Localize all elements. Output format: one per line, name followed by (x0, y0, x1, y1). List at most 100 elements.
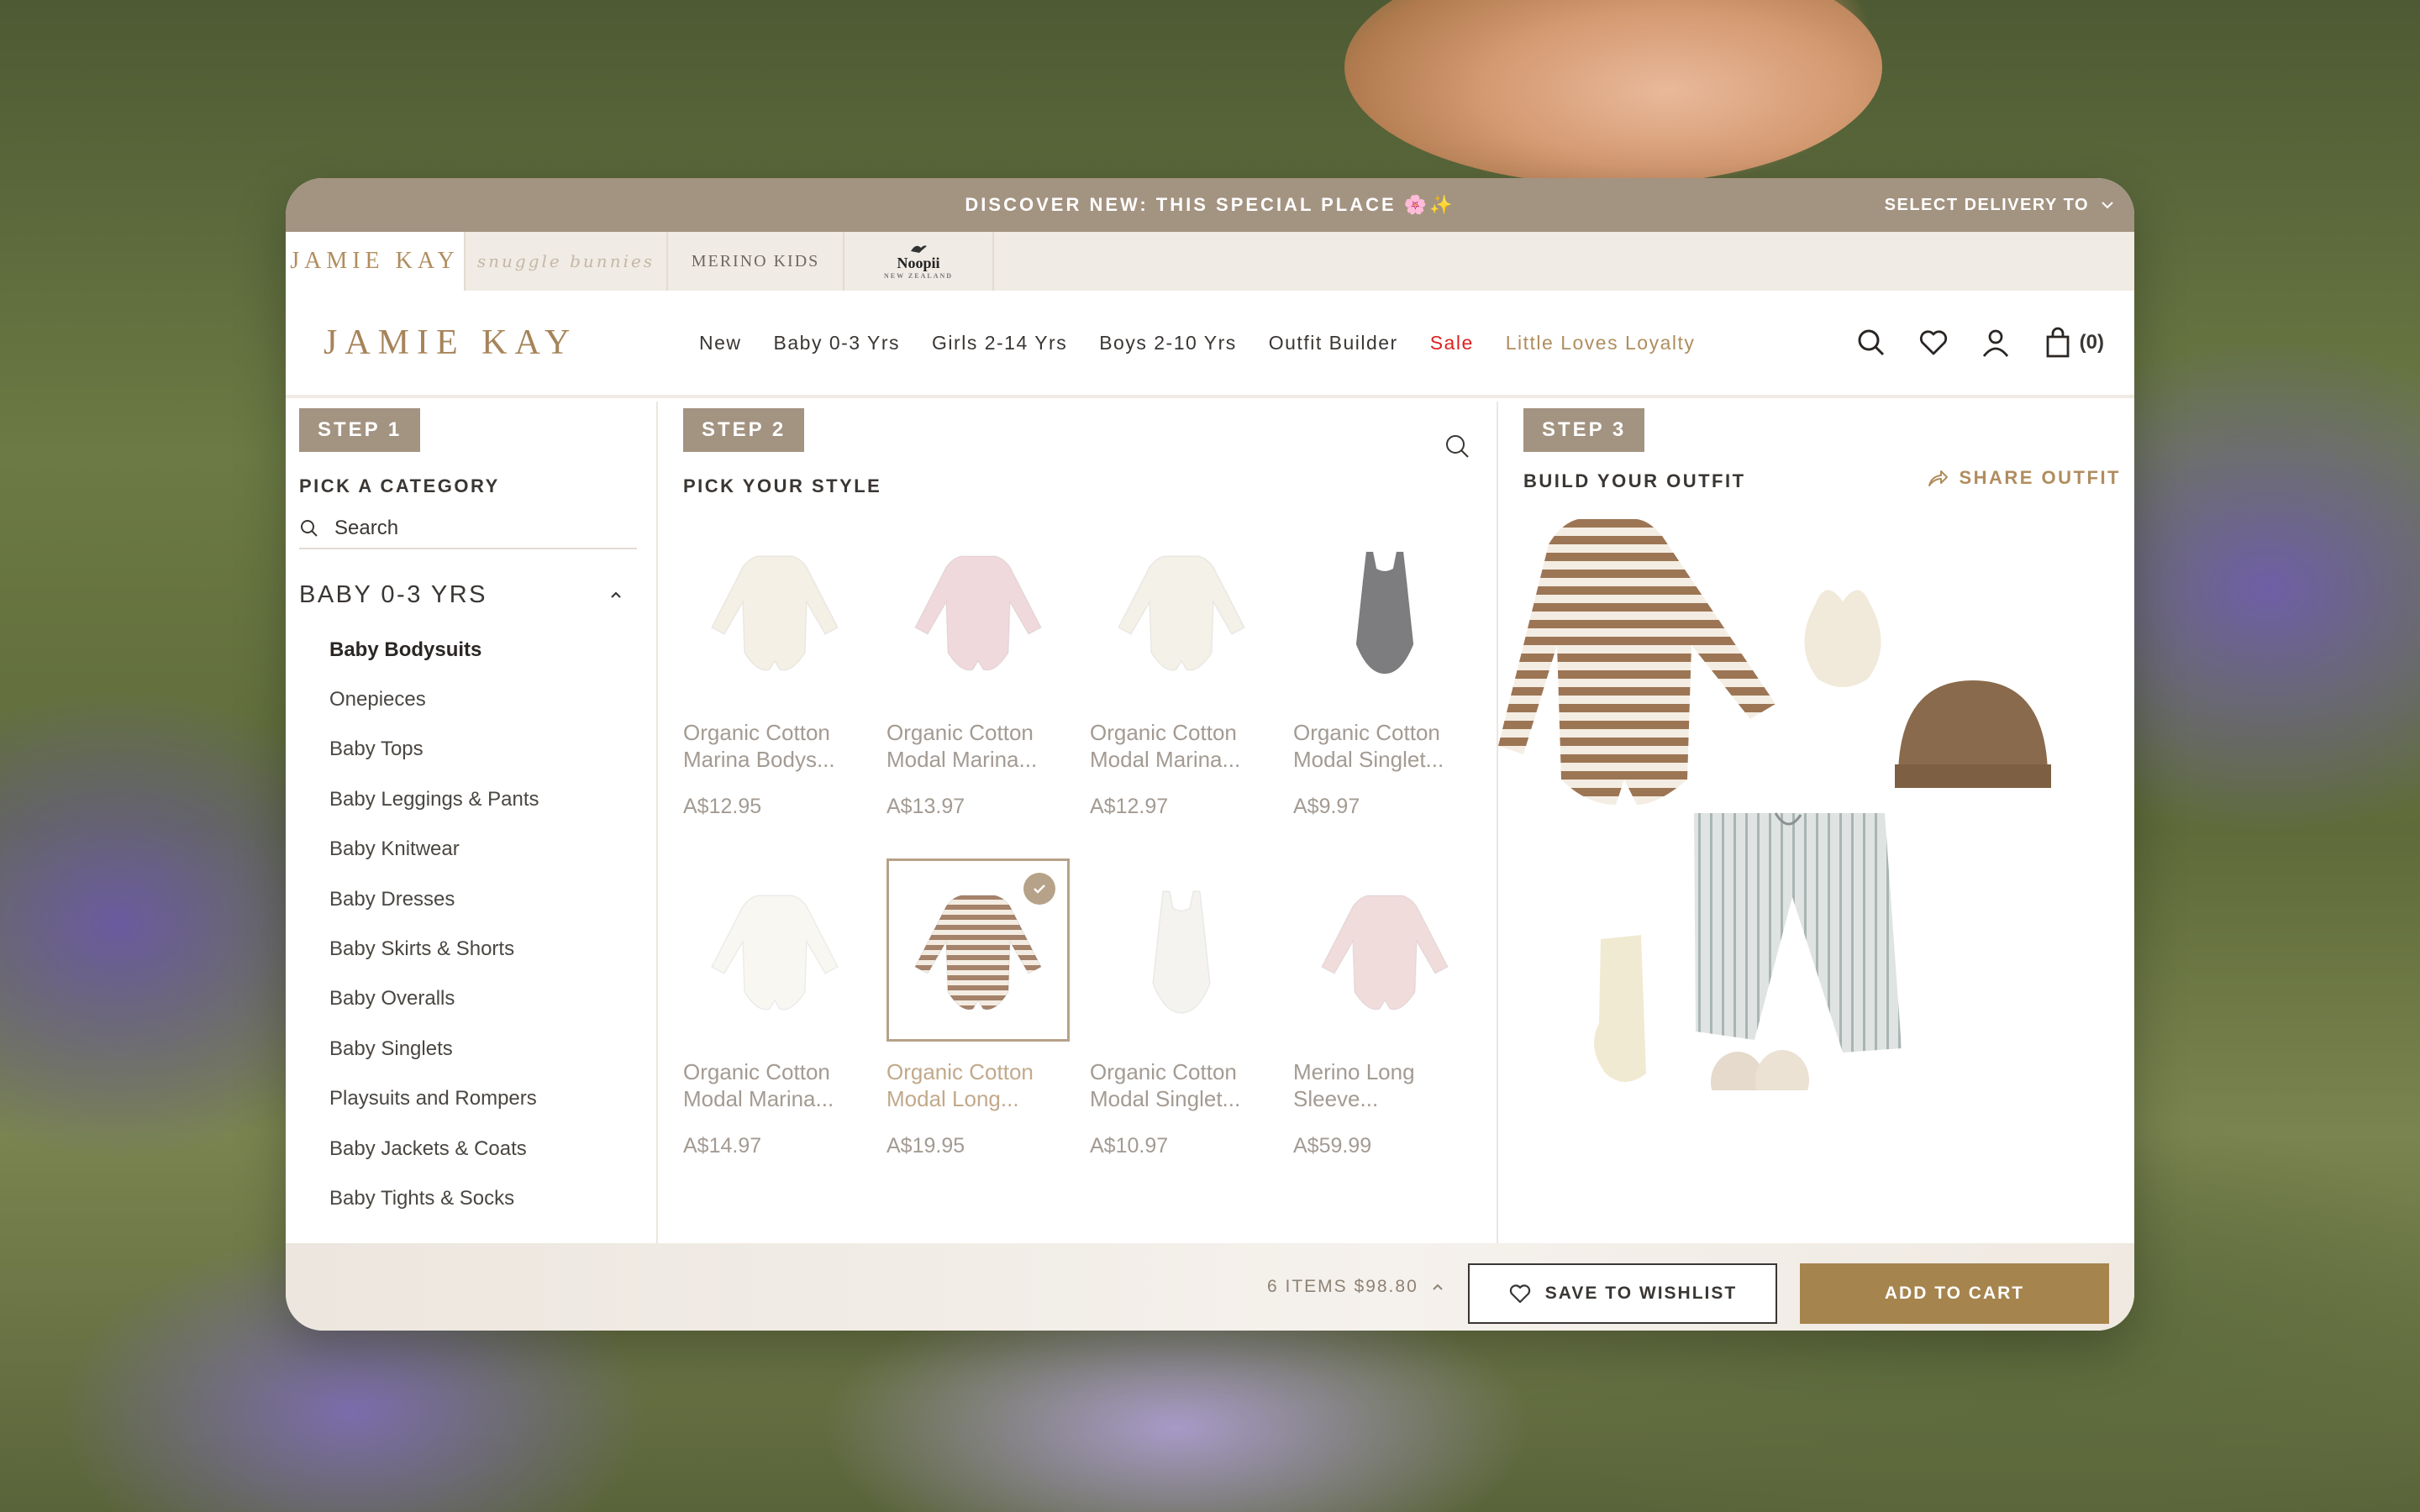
outfit-builder-window: DISCOVER NEW: THIS SPECIAL PLACE 🌸✨ SELE… (286, 178, 2134, 1331)
product-price: A$12.95 (683, 795, 762, 818)
add-to-cart-button[interactable]: ADD TO CART (1800, 1263, 2109, 1324)
product-image[interactable] (886, 519, 1070, 702)
category-item[interactable]: Baby Dresses (329, 874, 632, 924)
main-nav: JAMIE KAY New Baby 0-3 Yrs Girls 2-14 Yr… (286, 291, 2134, 398)
product-card[interactable]: Organic Cotton Modal Singlet... A$10.97 (1090, 858, 1273, 1178)
singlet-garment-icon (1152, 890, 1211, 1014)
product-price: A$10.97 (1090, 1134, 1169, 1158)
outfit-booties[interactable] (1711, 1050, 1809, 1090)
nav-link-baby[interactable]: Baby 0-3 Yrs (774, 332, 901, 354)
category-item[interactable]: Onepieces (329, 675, 632, 724)
singlet-garment-icon (1355, 551, 1414, 675)
nav-link-loyalty[interactable]: Little Loves Loyalty (1506, 332, 1696, 354)
category-item[interactable]: Baby Overalls (329, 974, 632, 1024)
product-name[interactable]: Organic Cotton Modal Marina... (1090, 719, 1273, 773)
wishlist-heart-icon[interactable] (1917, 326, 1950, 360)
category-item[interactable]: Playsuits and Rompers (329, 1074, 632, 1124)
product-image[interactable] (1090, 858, 1273, 1042)
bird-logo-icon (911, 245, 927, 253)
product-name[interactable]: Organic Cotton Modal Singlet... (1293, 719, 1476, 773)
nav-links: New Baby 0-3 Yrs Girls 2-14 Yrs Boys 2-1… (699, 291, 1695, 395)
category-search-input[interactable] (334, 517, 620, 540)
product-name[interactable]: Merino Long Sleeve... (1293, 1058, 1476, 1112)
nav-link-outfit-builder[interactable]: Outfit Builder (1269, 332, 1398, 354)
product-name[interactable]: Organic Cotton Modal Marina... (886, 719, 1070, 773)
category-item[interactable]: Baby Leggings & Pants (329, 774, 632, 824)
chevron-down-icon (2102, 202, 2113, 209)
product-card[interactable]: Organic Cotton Modal Marina... A$12.97 (1090, 519, 1273, 838)
heart-icon (1509, 1284, 1530, 1304)
share-outfit-button[interactable]: SHARE OUTFIT (1927, 467, 2121, 489)
brand-tab-noopii[interactable]: Noopii NEW ZEALAND (844, 232, 994, 291)
product-name[interactable]: Organic Cotton Modal Long... (886, 1058, 1070, 1112)
step2-title: PICK YOUR STYLE (683, 475, 882, 496)
product-image[interactable] (1293, 519, 1476, 702)
step1-title: PICK A CATEGORY (299, 475, 500, 496)
nav-link-girls[interactable]: Girls 2-14 Yrs (932, 332, 1067, 354)
shopping-bag-icon (2046, 327, 2070, 358)
product-price: A$14.97 (683, 1134, 762, 1158)
save-to-wishlist-label: SAVE TO WISHLIST (1544, 1284, 1738, 1303)
outfit-socks[interactable] (1594, 935, 1646, 1082)
category-item[interactable]: Baby Knitwear (329, 825, 632, 874)
site-logo[interactable]: JAMIE KAY (324, 323, 577, 363)
nav-link-sale[interactable]: Sale (1430, 332, 1474, 354)
announcement-text[interactable]: DISCOVER NEW: THIS SPECIAL PLACE 🌸✨ (965, 194, 1455, 216)
product-price: A$12.97 (1090, 795, 1169, 818)
product-card[interactable]: Merino Long Sleeve... A$59.99 (1293, 858, 1476, 1178)
bodysuit-garment-icon (1117, 555, 1246, 671)
brand-tab-snuggle-bunnies[interactable]: snuggle bunnies (466, 232, 668, 291)
product-image[interactable] (683, 519, 866, 702)
outfit-total-toggle[interactable]: 6 ITEMS $98.80 (1267, 1243, 1445, 1331)
category-item[interactable]: Baby Bodysuits (329, 625, 632, 675)
category-item[interactable]: Baby Jackets & Coats (329, 1124, 632, 1173)
product-name[interactable]: Organic Cotton Modal Marina... (683, 1058, 866, 1112)
save-to-wishlist-button[interactable]: SAVE TO WISHLIST (1468, 1263, 1777, 1324)
category-item[interactable]: Baby Tights & Socks (329, 1173, 632, 1223)
product-image[interactable] (1090, 519, 1273, 702)
outfit-canvas (1498, 519, 2051, 1090)
category-head-baby[interactable]: BABY 0-3 YRS (299, 570, 637, 620)
cart-count: (0) (2079, 331, 2104, 354)
category-item[interactable]: Baby Tops (329, 725, 632, 774)
bodysuit-garment-icon (1320, 895, 1449, 1011)
background-photo-child (1344, 0, 1882, 185)
outfit-beanie[interactable] (1895, 680, 2051, 788)
product-name[interactable]: Organic Cotton Marina Bodys... (683, 719, 866, 773)
chevron-up-icon (611, 591, 621, 598)
search-icon[interactable] (1443, 432, 1471, 460)
search-icon[interactable] (1854, 326, 1888, 360)
nav-link-boys[interactable]: Boys 2-10 Yrs (1099, 332, 1237, 354)
search-icon (301, 520, 318, 537)
cart-button[interactable]: (0) (2041, 326, 2104, 360)
brand-tab-jamie-kay[interactable]: JAMIE KAY (286, 232, 466, 291)
product-card[interactable]: Organic Cotton Marina Bodys... A$12.95 (683, 519, 866, 838)
step1-category-panel: STEP 1 PICK A CATEGORY BABY 0-3 YRS Baby… (286, 402, 658, 1243)
category-item[interactable]: Baby Singlets (329, 1024, 632, 1074)
outfit-pants[interactable] (1694, 812, 1902, 1053)
account-icon[interactable] (1979, 326, 2012, 360)
select-delivery-button[interactable]: SELECT DELIVERY TO (1885, 178, 2116, 232)
product-image[interactable] (683, 858, 866, 1042)
step2-badge: STEP 2 (683, 408, 805, 452)
product-card[interactable]: Organic Cotton Modal Singlet... A$9.97 (1293, 519, 1476, 838)
outfit-bodysuit[interactable] (1498, 519, 1776, 805)
step3-title: BUILD YOUR OUTFIT (1523, 470, 1746, 491)
brand-tab-merino-kids[interactable]: MERINO KIDS (668, 232, 844, 291)
product-name[interactable]: Organic Cotton Modal Singlet... (1090, 1058, 1273, 1112)
product-card[interactable]: Organic Cotton Modal Marina... A$13.97 (886, 519, 1070, 838)
product-card[interactable]: Organic Cotton Modal Marina... A$14.97 (683, 858, 866, 1178)
product-image[interactable] (1293, 858, 1476, 1042)
announcement-bar: DISCOVER NEW: THIS SPECIAL PLACE 🌸✨ SELE… (286, 178, 2134, 232)
outfit-bib[interactable] (1804, 590, 1881, 687)
product-price: A$13.97 (886, 795, 965, 818)
bodysuit-garment-icon (710, 895, 839, 1011)
product-grid: Organic Cotton Marina Bodys... A$12.95 Org… (683, 519, 1490, 1178)
share-icon (1928, 470, 1949, 486)
nav-link-new[interactable]: New (699, 332, 742, 354)
product-card[interactable]: Organic Cotton Modal Long... A$19.95 (886, 858, 1070, 1178)
bodysuit-garment-icon (710, 555, 839, 671)
bottom-action-bar: 6 ITEMS $98.80 SAVE TO WISHLIST ADD TO C… (286, 1243, 2134, 1331)
category-item[interactable]: Baby Skirts & Shorts (329, 924, 632, 974)
product-image[interactable] (886, 858, 1070, 1042)
